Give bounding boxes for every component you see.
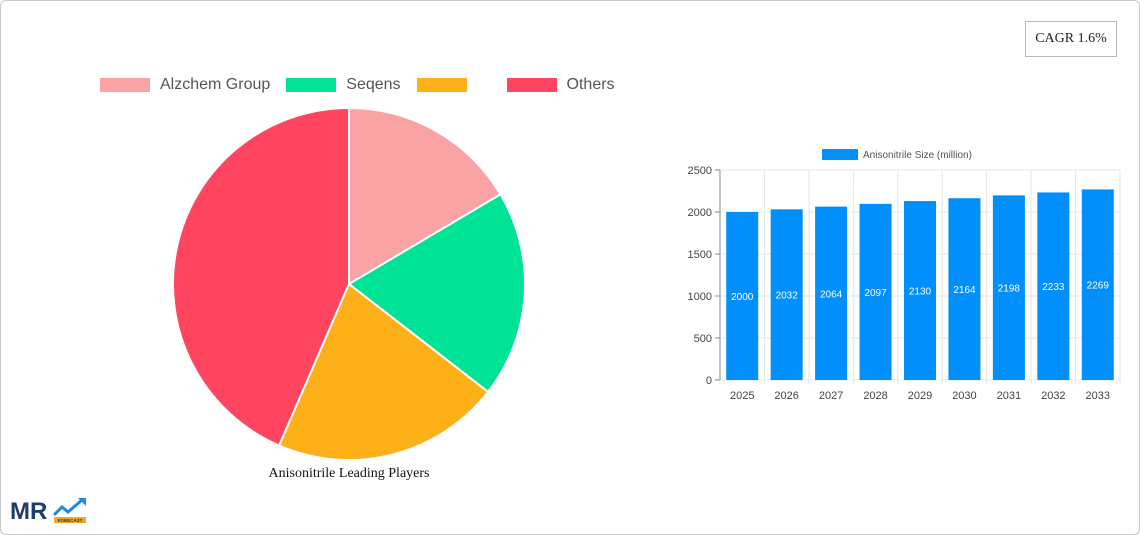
y-tick-label: 1000 (688, 291, 712, 303)
pie-legend-item[interactable]: Alzchem Group (100, 76, 270, 94)
x-tick-label: 2025 (730, 390, 754, 402)
legend-swatch (286, 78, 337, 92)
bar-legend-item[interactable]: Anisonitrile Size (million) (822, 149, 972, 161)
pie-legend-item[interactable]: Seqens (286, 76, 401, 94)
y-tick-label: 500 (694, 333, 712, 345)
x-tick-label: 2032 (1041, 390, 1065, 402)
bar-data-label: 2198 (998, 284, 1021, 295)
bar-data-label: 2269 (1087, 281, 1110, 292)
bar-data-label: 2164 (953, 285, 976, 296)
legend-label: Others (566, 76, 615, 93)
pie-legend: Alzchem Group Seqens Others (100, 75, 631, 95)
bar-data-label: 2233 (1042, 282, 1065, 293)
logo-subtext: FORECAST (58, 518, 83, 523)
x-tick-label: 2029 (908, 390, 932, 402)
pie-chart (172, 106, 526, 461)
legend-label: Seqens (346, 76, 401, 93)
cagr-label: CAGR 1.6% (1035, 31, 1107, 46)
legend-label: Anisonitrile Size (million) (863, 150, 972, 161)
legend-swatch (506, 78, 557, 92)
legend-swatch (416, 78, 467, 92)
x-tick-label: 2026 (774, 390, 798, 402)
bar-data-label: 2032 (776, 291, 799, 302)
pie-legend-item[interactable] (416, 78, 491, 92)
legend-swatch (822, 149, 858, 160)
y-tick-label: 0 (706, 375, 712, 387)
y-tick-label: 1500 (688, 249, 712, 261)
svg-text:MR: MR (10, 498, 47, 525)
pie-chart-title: Anisonitrile Leading Players (268, 466, 430, 481)
bar-data-label: 2097 (864, 288, 887, 299)
legend-swatch (100, 78, 150, 92)
bar-data-label: 2130 (909, 287, 932, 298)
legend-label: Alzchem Group (160, 76, 271, 93)
x-tick-label: 2031 (997, 390, 1021, 402)
bar-chart: Anisonitrile Size (million) 0 500 1000 1500 2… (688, 149, 1121, 402)
y-tick-label: 2000 (688, 207, 712, 219)
bar-data-label: 2064 (820, 289, 843, 300)
mr-forecast-logo: MR FORECAST (10, 498, 86, 525)
x-tick-label: 2030 (952, 390, 976, 402)
y-tick-label: 2500 (688, 165, 712, 177)
pie-legend-item[interactable]: Others (506, 76, 615, 94)
bar-data-label: 2000 (731, 292, 754, 303)
x-tick-label: 2028 (863, 390, 887, 402)
x-tick-label: 2033 (1086, 390, 1110, 402)
cagr-badge: CAGR 1.6% (1025, 21, 1117, 57)
x-tick-label: 2027 (819, 390, 843, 402)
